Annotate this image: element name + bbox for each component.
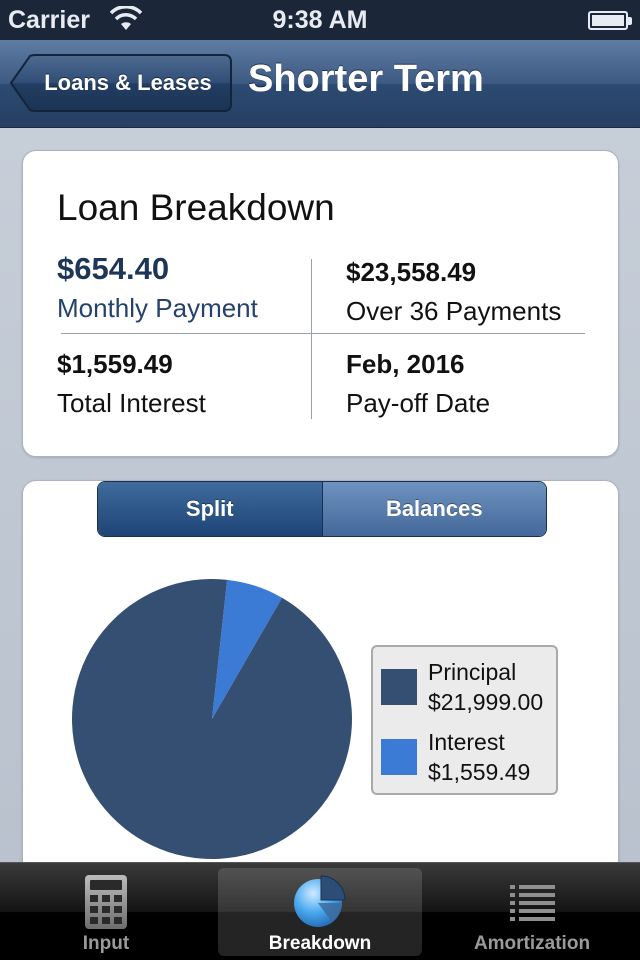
legend-interest-value: $1,559.49: [428, 759, 531, 785]
card-title: Loan Breakdown: [57, 187, 335, 228]
tab-breakdown[interactable]: Breakdown: [218, 863, 422, 960]
payoff-date-value: Feb, 2016: [346, 349, 465, 379]
tab-input[interactable]: Input: [4, 863, 208, 960]
segment-split[interactable]: Split: [98, 482, 322, 536]
payoff-date-label: Pay-off Date: [346, 388, 491, 418]
battery-icon: [588, 11, 632, 30]
legend-principal-value: $21,999.00: [428, 689, 544, 715]
tab-amortization-label: Amortization: [473, 933, 591, 954]
vertical-divider: [311, 259, 312, 419]
list-icon: [510, 885, 555, 921]
legend-label-principal: Principal $21,999.00: [428, 657, 543, 717]
legend-swatch-principal: [381, 669, 417, 705]
horizontal-divider: [61, 333, 585, 334]
calculator-icon: [85, 875, 127, 929]
chart-legend: Principal $21,999.00 Interest $1,559.49: [371, 645, 558, 795]
status-bar: Carrier 9:38 AM: [0, 0, 640, 40]
chart-card: Split Balances Principal $21,999.00 Inte…: [22, 480, 619, 900]
legend-label-interest: Interest $1,559.49: [428, 727, 530, 787]
tab-input-label: Input: [82, 933, 130, 954]
pie-chart: [72, 579, 352, 859]
total-paid-value: $23,558.49: [346, 257, 477, 287]
total-interest-stat: $1,559.49 Total Interest: [57, 349, 206, 419]
loan-breakdown-card: Loan Breakdown $654.40 Monthly Payment $…: [22, 150, 619, 457]
navigation-bar: Loans & Leases Shorter Term: [0, 40, 640, 128]
total-paid-stat: $23,558.49 Over 36 Payments: [346, 257, 561, 327]
legend-swatch-interest: [381, 739, 417, 775]
tab-breakdown-label: Breakdown: [268, 933, 372, 954]
segment-balances[interactable]: Balances: [321, 482, 546, 536]
monthly-payment-label: Monthly Payment: [57, 293, 258, 323]
total-paid-label: Over 36 Payments: [346, 296, 562, 326]
payoff-date-stat: Feb, 2016 Pay-off Date: [346, 349, 490, 419]
legend-principal-name: Principal: [428, 659, 517, 685]
status-time: 9:38 AM: [272, 6, 368, 34]
tab-bar: Input Breakdown Amortization: [0, 862, 640, 960]
total-interest-label: Total Interest: [57, 388, 206, 418]
total-interest-value: $1,559.49: [57, 349, 173, 379]
back-button[interactable]: Loans & Leases: [10, 54, 232, 112]
monthly-payment-value: $654.40: [57, 251, 170, 286]
legend-interest-name: Interest: [428, 729, 505, 755]
tab-amortization[interactable]: Amortization: [430, 863, 634, 960]
monthly-payment-stat: $654.40 Monthly Payment: [57, 251, 258, 324]
page-title: Shorter Term: [248, 58, 484, 100]
view-segmented-control: Split Balances: [97, 481, 547, 537]
pie-chart-icon: [294, 875, 346, 927]
back-button-label: Loans & Leases: [44, 70, 212, 95]
pie-slice-principal: [72, 579, 352, 859]
